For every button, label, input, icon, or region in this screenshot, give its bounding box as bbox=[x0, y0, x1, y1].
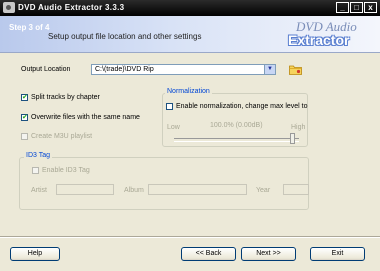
minimize-button[interactable]: _ bbox=[336, 2, 349, 13]
step-indicator: Step 3 of 4 bbox=[9, 23, 50, 32]
m3u-playlist-label: Create M3U playlist bbox=[31, 133, 93, 140]
normalization-slider-track[interactable] bbox=[174, 138, 299, 142]
enable-normalization-label[interactable]: Enable normalization, change max level t… bbox=[176, 103, 308, 110]
split-tracks-checkbox[interactable] bbox=[21, 93, 28, 101]
output-location-value: C:\(trade)\DVD Rip bbox=[95, 66, 154, 73]
window-title: DVD Audio Extractor 3.3.3 bbox=[18, 3, 125, 12]
wizard-header: Step 3 of 4 Setup output file location a… bbox=[0, 16, 380, 53]
year-field[interactable] bbox=[283, 184, 309, 195]
app-disc-icon bbox=[3, 2, 15, 13]
step-subtitle: Setup output file location and other set… bbox=[48, 32, 202, 41]
id3-tag-title: ID3 Tag bbox=[24, 152, 52, 159]
enable-id3-checkbox[interactable] bbox=[32, 167, 39, 174]
normalization-slider-thumb[interactable] bbox=[290, 133, 295, 144]
artist-label: Artist bbox=[31, 187, 47, 194]
output-location-label: Output Location bbox=[21, 66, 71, 73]
m3u-playlist-checkbox[interactable] bbox=[21, 133, 28, 140]
slider-low-label: Low bbox=[167, 124, 180, 131]
logo-extractor: Extractor bbox=[288, 32, 350, 48]
normalization-title: Normalization bbox=[165, 88, 212, 95]
enable-id3-label: Enable ID3 Tag bbox=[42, 167, 90, 174]
slider-high-label: High bbox=[291, 124, 306, 131]
album-label: Album bbox=[124, 187, 144, 194]
footer-separator bbox=[0, 236, 380, 238]
back-button[interactable]: << Back bbox=[181, 247, 236, 261]
artist-field[interactable] bbox=[56, 184, 114, 195]
app-logo: DVD Audio Extractor bbox=[272, 19, 368, 50]
normalization-value: 100.0% (0.00dB) bbox=[210, 122, 263, 129]
enable-normalization-checkbox[interactable] bbox=[166, 103, 173, 110]
exit-button[interactable]: Exit bbox=[310, 247, 365, 261]
overwrite-label[interactable]: Overwrite files with the same name bbox=[31, 114, 140, 121]
maximize-button[interactable]: □ bbox=[350, 2, 363, 13]
help-button[interactable]: Help bbox=[10, 247, 60, 261]
output-location-select[interactable]: C:\(trade)\DVD Rip ▼ bbox=[91, 64, 276, 75]
next-button[interactable]: Next >> bbox=[241, 247, 296, 261]
chevron-down-icon[interactable]: ▼ bbox=[264, 65, 275, 74]
album-field[interactable] bbox=[148, 184, 247, 195]
browse-folder-icon[interactable] bbox=[289, 64, 302, 75]
year-label: Year bbox=[256, 187, 271, 194]
overwrite-checkbox[interactable] bbox=[21, 113, 28, 121]
title-bar[interactable]: DVD Audio Extractor 3.3.3 _ □ x bbox=[0, 0, 380, 16]
split-tracks-label[interactable]: Split tracks by chapter bbox=[31, 94, 100, 101]
close-button[interactable]: x bbox=[364, 2, 377, 13]
